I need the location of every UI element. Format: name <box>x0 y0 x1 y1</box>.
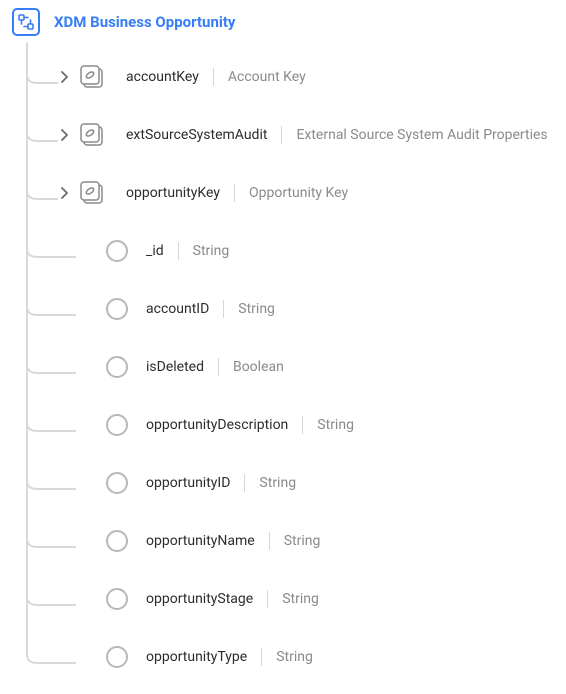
field-name: opportunityType <box>146 649 247 665</box>
tree-row[interactable]: opportunityKey Opportunity Key <box>26 164 554 222</box>
object-stack-icon <box>78 62 108 92</box>
tree-branch-line <box>26 128 58 142</box>
separator <box>261 648 262 666</box>
field-labels: opportunityDescription String <box>146 416 354 434</box>
field-labels: accountID String <box>146 300 275 318</box>
tree-row[interactable]: accountKey Account Key <box>26 48 554 106</box>
field-name: opportunityDescription <box>146 417 288 433</box>
schema-root-row[interactable]: XDM Business Opportunity <box>12 8 554 36</box>
separator <box>178 242 179 260</box>
tree-branch-line <box>26 476 58 490</box>
separator <box>218 358 219 376</box>
tree-row[interactable]: extSourceSystemAudit External Source Sys… <box>26 106 554 164</box>
tree-branch-line <box>26 302 58 316</box>
field-type: Boolean <box>233 359 284 375</box>
tree-row[interactable]: isDeleted Boolean <box>26 338 554 396</box>
field-type: String <box>317 417 354 433</box>
tree-branch-line <box>26 592 58 606</box>
field-name: accountKey <box>126 69 199 85</box>
tree-row[interactable]: _id String <box>26 222 554 280</box>
field-name: _id <box>146 243 164 259</box>
field-type: String <box>284 533 321 549</box>
field-name: isDeleted <box>146 359 204 375</box>
tree-branch-line <box>26 186 58 200</box>
field-labels: accountKey Account Key <box>126 68 306 86</box>
scalar-field-icon <box>106 530 128 552</box>
field-labels: _id String <box>146 242 229 260</box>
schema-title: XDM Business Opportunity <box>54 13 235 31</box>
tree-branch-line <box>26 534 58 548</box>
scalar-field-icon <box>106 472 128 494</box>
field-labels: isDeleted Boolean <box>146 358 284 376</box>
chevron-right-icon[interactable] <box>58 187 72 199</box>
separator <box>269 532 270 550</box>
scalar-field-icon <box>106 414 128 436</box>
scalar-field-icon <box>106 240 128 262</box>
scalar-field-icon <box>106 298 128 320</box>
field-labels: opportunityType String <box>146 648 313 666</box>
field-type: External Source System Audit Properties <box>296 127 547 143</box>
chevron-right-icon[interactable] <box>58 129 72 141</box>
schema-icon <box>12 8 40 36</box>
field-type: Account Key <box>228 69 306 85</box>
tree-row[interactable]: opportunityStage String <box>26 570 554 628</box>
separator <box>302 416 303 434</box>
field-name: opportunityName <box>146 533 255 549</box>
field-labels: opportunityID String <box>146 474 296 492</box>
field-name: opportunityID <box>146 475 230 491</box>
field-type: String <box>276 649 313 665</box>
field-type: String <box>193 243 230 259</box>
scalar-field-icon <box>106 356 128 378</box>
separator <box>281 126 282 144</box>
tree-branch-line <box>26 360 58 374</box>
tree-row[interactable]: opportunityDescription String <box>26 396 554 454</box>
separator <box>223 300 224 318</box>
field-labels: opportunityKey Opportunity Key <box>126 184 348 202</box>
schema-tree: accountKey Account Key extSourceSystemAu… <box>26 42 554 686</box>
field-type: String <box>282 591 319 607</box>
object-stack-icon <box>78 120 108 150</box>
field-labels: opportunityName String <box>146 532 320 550</box>
separator <box>267 590 268 608</box>
tree-branch-line <box>26 650 58 664</box>
scalar-field-icon <box>106 646 128 668</box>
field-labels: extSourceSystemAudit External Source Sys… <box>126 126 548 144</box>
tree-row[interactable]: accountID String <box>26 280 554 338</box>
field-type: String <box>259 475 296 491</box>
field-name: opportunityKey <box>126 185 220 201</box>
tree-row[interactable]: opportunityID String <box>26 454 554 512</box>
separator <box>234 184 235 202</box>
tree-branch-line <box>26 244 58 258</box>
tree-row[interactable]: opportunityName String <box>26 512 554 570</box>
tree-row[interactable]: opportunityType String <box>26 628 554 686</box>
field-name: opportunityStage <box>146 591 253 607</box>
tree-branch-line <box>26 418 58 432</box>
separator <box>244 474 245 492</box>
scalar-field-icon <box>106 588 128 610</box>
field-type: Opportunity Key <box>249 185 348 201</box>
field-name: accountID <box>146 301 209 317</box>
field-labels: opportunityStage String <box>146 590 319 608</box>
tree-branch-line <box>26 70 58 84</box>
object-stack-icon <box>78 178 108 208</box>
chevron-right-icon[interactable] <box>58 71 72 83</box>
separator <box>213 68 214 86</box>
field-name: extSourceSystemAudit <box>126 127 267 143</box>
field-type: String <box>238 301 275 317</box>
